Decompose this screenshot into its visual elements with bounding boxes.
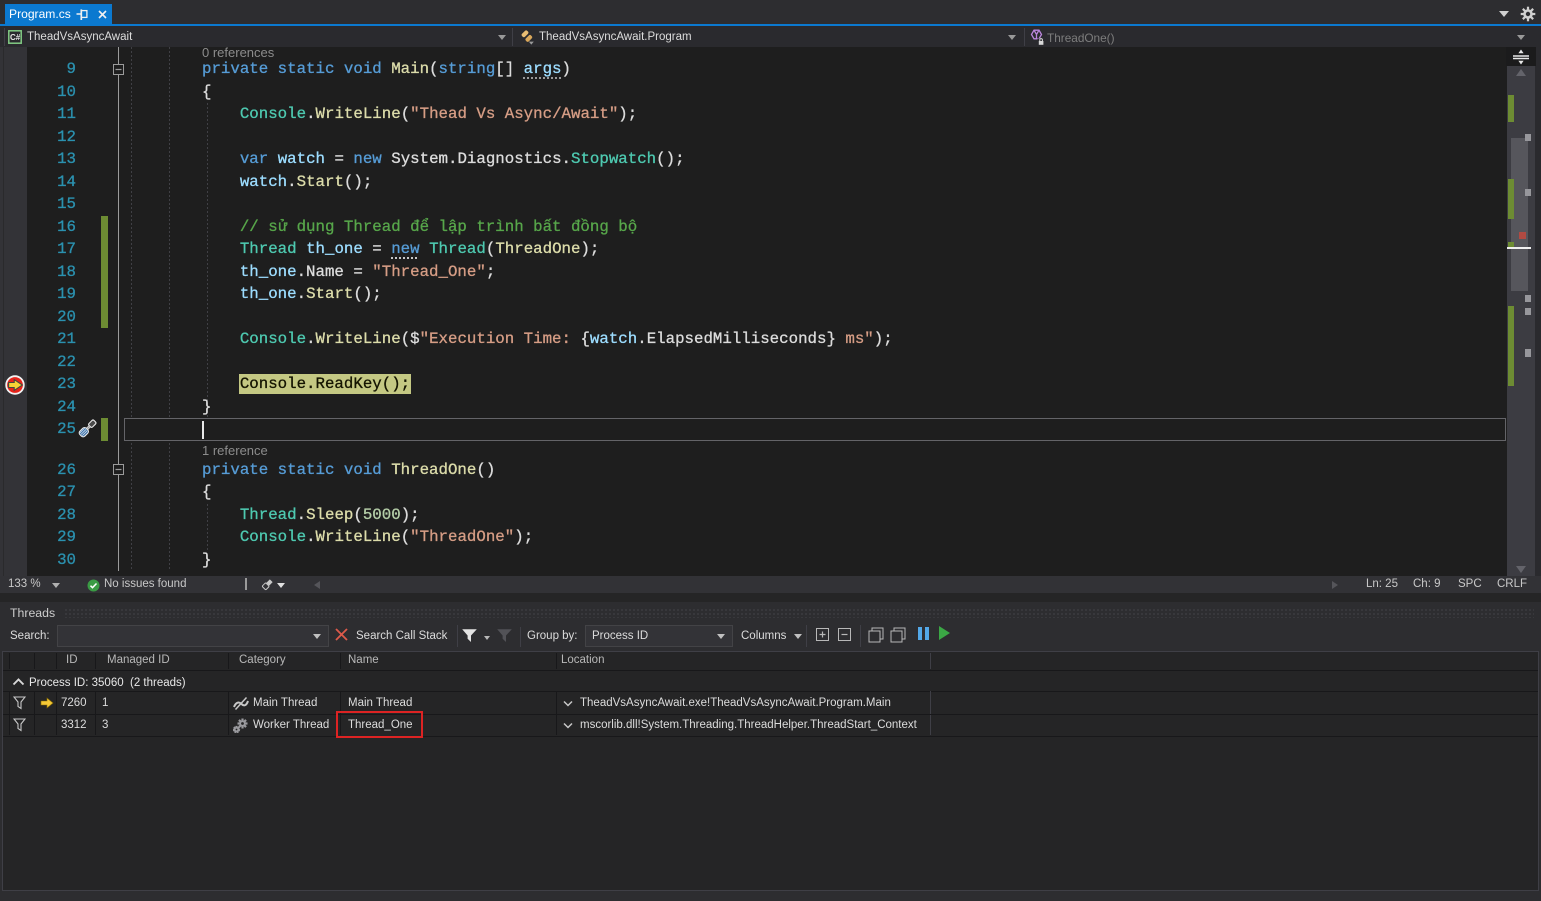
svg-text:C#: C#	[10, 33, 21, 42]
